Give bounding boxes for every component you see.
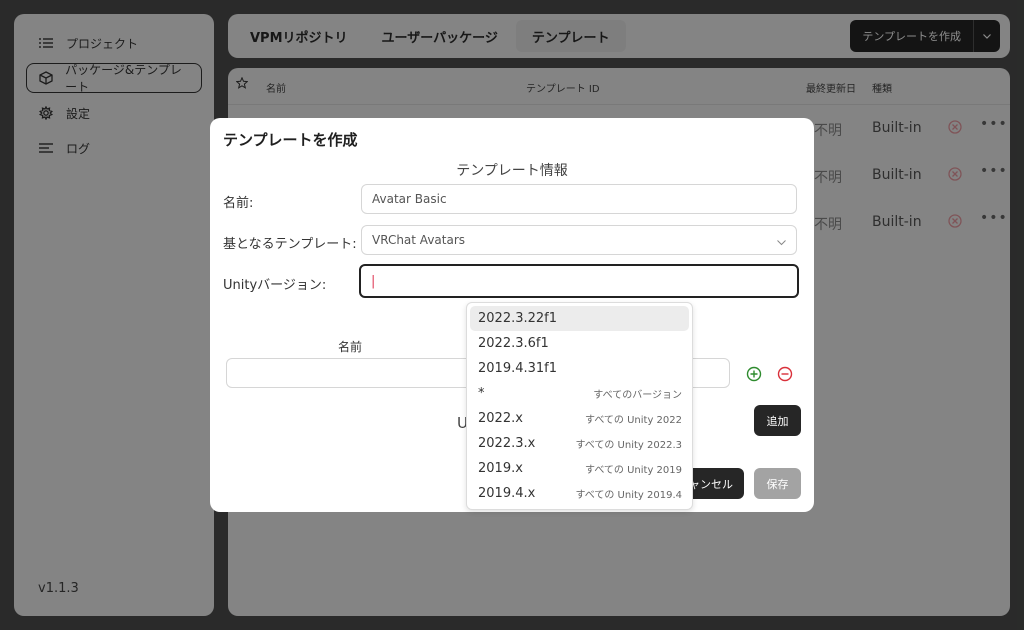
section-title: テンプレート情報 xyxy=(456,163,568,179)
packages-name-column: 名前 xyxy=(338,340,363,354)
text-cursor: | xyxy=(371,273,376,289)
dropdown-option[interactable]: 2019.4.31f1 xyxy=(470,356,689,381)
dropdown-option[interactable]: 2019.x すべての Unity 2019 xyxy=(470,456,689,481)
dropdown-option[interactable]: 2022.x すべての Unity 2022 xyxy=(470,406,689,431)
dropdown-option[interactable]: * すべてのバージョン xyxy=(470,381,689,406)
save-button[interactable]: 保存 xyxy=(754,468,801,499)
base-template-label: 基となるテンプレート: xyxy=(223,237,357,252)
dropdown-option[interactable]: 2019.4.x すべての Unity 2019.4 xyxy=(470,481,689,506)
template-name-value: Avatar Basic xyxy=(372,192,447,206)
dialog-title: テンプレートを作成 xyxy=(223,131,358,149)
dropdown-option[interactable]: 2022.3.6f1 xyxy=(470,331,689,356)
remove-circle-icon[interactable] xyxy=(777,366,793,382)
dropdown-option[interactable]: 2022.3.22f1 xyxy=(470,306,689,331)
unity-version-dropdown: 2022.3.22f1 2022.3.6f1 2019.4.31f1 * すべての… xyxy=(466,302,693,510)
name-label: 名前: xyxy=(223,196,254,211)
add-button[interactable]: 追加 xyxy=(754,405,801,436)
template-name-input[interactable]: Avatar Basic xyxy=(361,184,797,214)
base-template-value: VRChat Avatars xyxy=(372,233,466,247)
unity-version-label: Unityバージョン: xyxy=(223,278,327,293)
unity-version-input[interactable]: | xyxy=(359,264,799,298)
dropdown-option[interactable]: 2022.3.x すべての Unity 2022.3 xyxy=(470,431,689,456)
chevron-down-icon xyxy=(777,235,786,249)
base-template-select[interactable]: VRChat Avatars xyxy=(361,225,797,255)
add-circle-icon[interactable] xyxy=(746,366,762,382)
